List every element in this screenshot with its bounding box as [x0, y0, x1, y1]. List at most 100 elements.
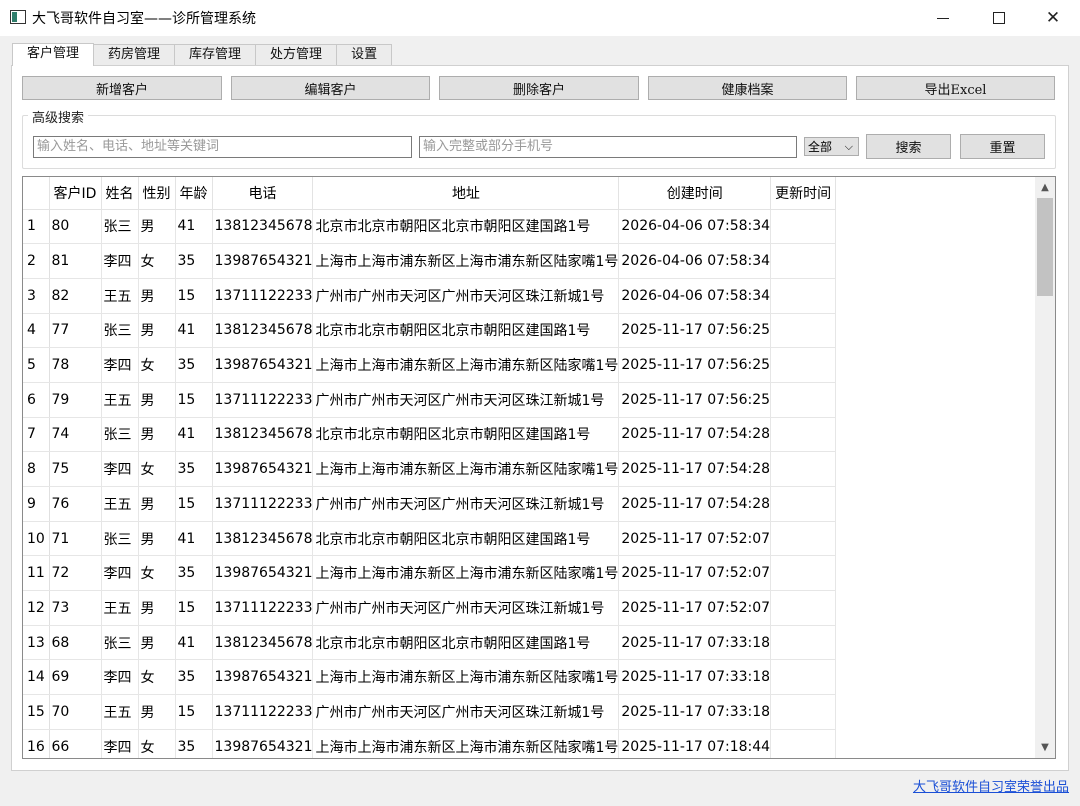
cell-id[interactable]: 80 [49, 209, 102, 245]
cell-age[interactable]: 41 [175, 521, 213, 557]
table-row[interactable]: 11 72 李四女 35 13987654321 上海市上海市浦东新区上海市浦东新区陆家嘴… [23, 555, 837, 592]
cell-gender[interactable]: 女 [138, 243, 176, 279]
cell-age[interactable]: 35 [175, 555, 213, 592]
cell-address[interactable]: 上海市上海市浦东新区上海市浦东新区陆家嘴1号 [312, 555, 620, 592]
cell-updated[interactable] [770, 590, 837, 626]
cell-gender[interactable]: 男 [138, 521, 176, 557]
cell-phone[interactable]: 13812345678 [212, 417, 314, 453]
cell-phone[interactable]: 13711122233 [212, 382, 314, 418]
cell-phone[interactable]: 13812345678 [212, 209, 314, 245]
cell-updated[interactable] [770, 625, 837, 661]
row-number[interactable]: 2 [23, 243, 50, 279]
row-number[interactable]: 3 [23, 278, 50, 314]
scroll-up-icon[interactable]: ▲ [1035, 179, 1055, 196]
cell-updated[interactable] [770, 278, 837, 314]
cell-gender[interactable]: 女 [138, 555, 176, 592]
cell-created[interactable]: 2025-11-17 07:52:07 [618, 521, 772, 557]
cell-updated[interactable] [770, 729, 837, 758]
cell-name[interactable]: 王五 [101, 694, 139, 730]
cell-id[interactable]: 82 [49, 278, 102, 314]
cell-updated[interactable] [770, 659, 837, 696]
cell-id[interactable]: 72 [49, 555, 102, 592]
cell-id[interactable]: 66 [49, 729, 102, 758]
cell-name[interactable]: 张三 [101, 521, 139, 557]
cell-age[interactable]: 35 [175, 347, 213, 383]
cell-age[interactable]: 15 [175, 694, 213, 730]
cell-address[interactable]: 北京市北京市朝阳区北京市朝阳区建国路1号 [312, 625, 620, 661]
cell-gender[interactable]: 男 [138, 278, 176, 314]
cell-address[interactable]: 上海市上海市浦东新区上海市浦东新区陆家嘴1号 [312, 243, 620, 279]
cell-created[interactable]: 2025-11-17 07:56:25 [618, 347, 772, 383]
cell-created[interactable]: 2026-04-06 07:58:34 [618, 209, 772, 245]
cell-name[interactable]: 王五 [101, 486, 139, 522]
cell-address[interactable]: 广州市广州市天河区广州市天河区珠江新城1号 [312, 486, 620, 522]
cell-phone[interactable]: 13711122233 [212, 694, 314, 730]
cell-created[interactable]: 2025-11-17 07:54:28 [618, 451, 772, 487]
cell-name[interactable]: 李四 [101, 243, 139, 279]
table-row[interactable]: 14 69 李四女 35 13987654321 上海市上海市浦东新区上海市浦东新区陆家嘴… [23, 659, 837, 696]
cell-address[interactable]: 北京市北京市朝阳区北京市朝阳区建国路1号 [312, 209, 620, 245]
cell-updated[interactable] [770, 486, 837, 522]
row-number[interactable]: 8 [23, 451, 50, 487]
tab-settings[interactable]: 设置 [336, 44, 393, 65]
table-row[interactable]: 3 82 王五男 15 13711122233 广州市广州市天河区广州市天河区珠江新城1号… [23, 278, 837, 314]
cell-name[interactable]: 李四 [101, 659, 139, 696]
cell-phone[interactable]: 13987654321 [212, 659, 314, 696]
cell-id[interactable]: 68 [49, 625, 102, 661]
row-number[interactable]: 5 [23, 347, 50, 383]
cell-age[interactable]: 35 [175, 729, 213, 758]
keyword-search-input[interactable]: 输入姓名、电话、地址等关键词 [33, 136, 412, 158]
cell-age[interactable]: 15 [175, 278, 213, 314]
cell-phone[interactable]: 13987654321 [212, 243, 314, 279]
cell-name[interactable]: 张三 [101, 313, 139, 349]
row-number[interactable]: 11 [23, 555, 50, 592]
cell-gender[interactable]: 女 [138, 347, 176, 383]
cell-created[interactable]: 2026-04-06 07:58:34 [618, 243, 772, 279]
tab-pharmacy[interactable]: 药房管理 [93, 44, 176, 65]
column-header-age[interactable]: 年龄 [175, 177, 213, 210]
cell-phone[interactable]: 13812345678 [212, 313, 314, 349]
vertical-scrollbar[interactable]: ▲ ▼ [1035, 177, 1055, 758]
cell-phone[interactable]: 13987654321 [212, 451, 314, 487]
cell-gender[interactable]: 男 [138, 694, 176, 730]
cell-updated[interactable] [770, 417, 837, 453]
cell-gender[interactable]: 男 [138, 209, 176, 245]
cell-phone[interactable]: 13711122233 [212, 278, 314, 314]
cell-address[interactable]: 广州市广州市天河区广州市天河区珠江新城1号 [312, 278, 620, 314]
row-number[interactable]: 12 [23, 590, 50, 626]
cell-age[interactable]: 35 [175, 659, 213, 696]
maximize-button[interactable] [974, 0, 1024, 36]
cell-id[interactable]: 74 [49, 417, 102, 453]
row-number[interactable]: 6 [23, 382, 50, 418]
table-row[interactable]: 9 76 王五男 15 13711122233 广州市广州市天河区广州市天河区珠江新城1号… [23, 486, 837, 522]
cell-id[interactable]: 70 [49, 694, 102, 730]
column-header-updated[interactable]: 更新时间 [770, 177, 837, 210]
row-number[interactable]: 1 [23, 209, 50, 245]
cell-id[interactable]: 69 [49, 659, 102, 696]
cell-created[interactable]: 2025-11-17 07:52:07 [618, 555, 772, 592]
cell-address[interactable]: 广州市广州市天河区广州市天河区珠江新城1号 [312, 590, 620, 626]
cell-name[interactable]: 张三 [101, 625, 139, 661]
cell-created[interactable]: 2025-11-17 07:33:18 [618, 694, 772, 730]
cell-name[interactable]: 李四 [101, 729, 139, 758]
cell-age[interactable]: 15 [175, 486, 213, 522]
reset-button[interactable]: 重置 [960, 134, 1045, 159]
cell-updated[interactable] [770, 382, 837, 418]
column-header-created[interactable]: 创建时间 [618, 177, 772, 210]
cell-created[interactable]: 2025-11-17 07:56:25 [618, 313, 772, 349]
cell-id[interactable]: 75 [49, 451, 102, 487]
cell-gender[interactable]: 男 [138, 486, 176, 522]
cell-address[interactable]: 上海市上海市浦东新区上海市浦东新区陆家嘴1号 [312, 451, 620, 487]
row-number[interactable]: 4 [23, 313, 50, 349]
column-header-gender[interactable]: 性别 [138, 177, 176, 210]
cell-gender[interactable]: 女 [138, 729, 176, 758]
cell-id[interactable]: 78 [49, 347, 102, 383]
cell-gender[interactable]: 男 [138, 590, 176, 626]
table-row[interactable]: 12 73 王五男 15 13711122233 广州市广州市天河区广州市天河区珠江新城1… [23, 590, 837, 626]
cell-id[interactable]: 71 [49, 521, 102, 557]
cell-updated[interactable] [770, 209, 837, 245]
cell-updated[interactable] [770, 521, 837, 557]
cell-name[interactable]: 李四 [101, 451, 139, 487]
export-excel-button[interactable]: 导出Excel [856, 76, 1055, 100]
row-number[interactable]: 14 [23, 659, 50, 696]
